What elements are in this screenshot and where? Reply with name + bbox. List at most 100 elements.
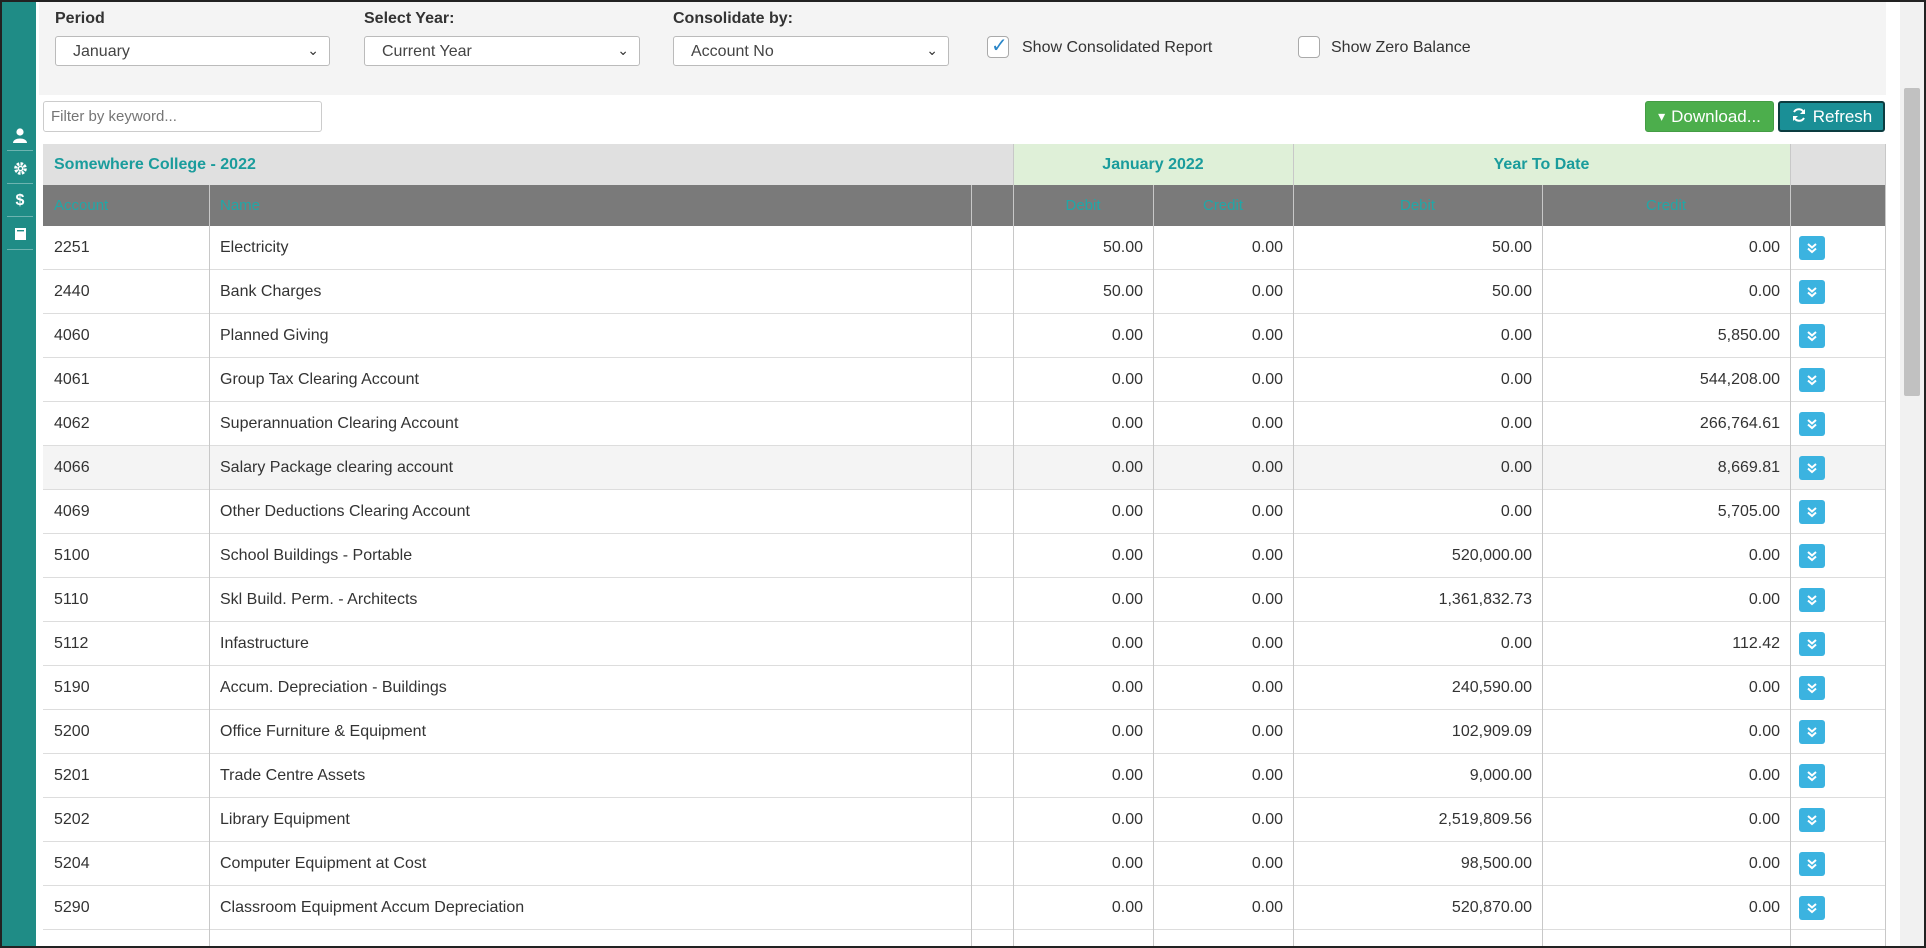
chevron-down-icon: ⌄ bbox=[307, 42, 319, 58]
credit-cell: 0.00 bbox=[1251, 326, 1283, 344]
book-icon[interactable] bbox=[7, 219, 33, 250]
account-cell: 2251 bbox=[54, 238, 90, 256]
col-header-ytd-credit[interactable]: Credit bbox=[1542, 185, 1790, 226]
keyword-filter-input[interactable] bbox=[43, 101, 322, 132]
ytd-credit-cell: 544,208.00 bbox=[1699, 370, 1780, 388]
double-chevron-down-icon[interactable] bbox=[1799, 896, 1825, 920]
name-cell: Library Equipment bbox=[220, 810, 350, 828]
ytd-credit-cell: 8,669.81 bbox=[1717, 458, 1780, 476]
double-chevron-down-icon[interactable] bbox=[1799, 500, 1825, 524]
year-select[interactable]: Current Year ⌄ bbox=[364, 36, 640, 66]
dollar-icon[interactable]: $ bbox=[7, 186, 33, 217]
table-row: 2251 Electricity 50.00 0.00 50.00 0.00 bbox=[43, 226, 1886, 270]
ytd-debit-cell: 9,000.00 bbox=[1469, 766, 1532, 784]
double-chevron-down-icon[interactable] bbox=[1799, 720, 1825, 744]
name-cell: Other Deductions Clearing Account bbox=[220, 502, 470, 520]
double-chevron-down-icon[interactable] bbox=[1799, 412, 1825, 436]
ytd-debit-cell: 0.00 bbox=[1500, 326, 1532, 344]
ytd-credit-cell: 0.00 bbox=[1748, 898, 1780, 916]
refresh-label: Refresh bbox=[1812, 106, 1873, 126]
debit-cell: 0.00 bbox=[1111, 590, 1143, 608]
app-window: $ Period January ⌄ Select Year: Current … bbox=[0, 0, 1926, 948]
period-label: Period bbox=[55, 10, 105, 27]
consolidate-value: Account No bbox=[691, 43, 774, 60]
double-chevron-down-icon[interactable] bbox=[1799, 324, 1825, 348]
year-label: Select Year: bbox=[364, 10, 455, 27]
debit-cell: 0.00 bbox=[1111, 370, 1143, 388]
ytd-credit-cell: 0.00 bbox=[1748, 810, 1780, 828]
debit-cell: 0.00 bbox=[1111, 502, 1143, 520]
name-cell: Superannuation Clearing Account bbox=[220, 414, 459, 432]
table-row: 4061 Group Tax Clearing Account 0.00 0.00 0.… bbox=[43, 358, 1886, 402]
name-cell: Group Tax Clearing Account bbox=[220, 370, 419, 388]
account-cell: 5204 bbox=[54, 854, 90, 872]
ytd-credit-cell: 0.00 bbox=[1748, 722, 1780, 740]
scrollbar-thumb[interactable] bbox=[1904, 88, 1920, 396]
year-value: Current Year bbox=[382, 43, 472, 60]
download-button[interactable]: ▾ Download... bbox=[1645, 101, 1774, 132]
credit-cell: 0.00 bbox=[1251, 414, 1283, 432]
gear-icon[interactable] bbox=[7, 153, 33, 184]
col-header-debit[interactable]: Debit bbox=[1013, 185, 1153, 226]
download-label: Download... bbox=[1671, 106, 1761, 126]
double-chevron-down-icon[interactable] bbox=[1799, 676, 1825, 700]
ytd-credit-cell: 266,764.61 bbox=[1699, 414, 1780, 432]
debit-cell: 0.00 bbox=[1111, 326, 1143, 344]
double-chevron-down-icon[interactable] bbox=[1799, 456, 1825, 480]
table-row: 5112 Infastructure 0.00 0.00 0.00 112.42 bbox=[43, 622, 1886, 666]
double-chevron-down-icon[interactable] bbox=[1799, 764, 1825, 788]
table-row: 5204 Computer Equipment at Cost 0.00 0.00 98… bbox=[43, 842, 1886, 886]
double-chevron-down-icon[interactable] bbox=[1799, 368, 1825, 392]
ytd-credit-cell: 5,850.00 bbox=[1717, 326, 1780, 344]
double-chevron-down-icon[interactable] bbox=[1799, 280, 1825, 304]
account-cell: 4062 bbox=[54, 414, 90, 432]
ytd-debit-cell: 102,909.09 bbox=[1451, 722, 1532, 740]
account-cell: 2440 bbox=[54, 282, 90, 300]
ytd-debit-cell: 2,519,809.56 bbox=[1438, 810, 1532, 828]
col-header-account[interactable]: Account bbox=[54, 185, 108, 226]
account-cell: 4060 bbox=[54, 326, 90, 344]
ytd-credit-cell: 0.00 bbox=[1748, 590, 1780, 608]
double-chevron-down-icon[interactable] bbox=[1799, 588, 1825, 612]
table-row: 5200 Office Furniture & Equipment 0.00 0.00… bbox=[43, 710, 1886, 754]
account-cell: 5202 bbox=[54, 810, 90, 828]
sidebar: $ bbox=[2, 2, 36, 946]
vertical-scrollbar[interactable] bbox=[1900, 2, 1924, 946]
ytd-debit-cell: 0.00 bbox=[1500, 634, 1532, 652]
name-cell: Bank Charges bbox=[220, 282, 322, 300]
show-consolidated-checkbox[interactable] bbox=[987, 33, 1009, 58]
period-select[interactable]: January ⌄ bbox=[55, 36, 330, 66]
debit-cell: 0.00 bbox=[1111, 854, 1143, 872]
refresh-button[interactable]: Refresh bbox=[1778, 101, 1885, 132]
ytd-debit-cell: 0.00 bbox=[1500, 502, 1532, 520]
user-icon[interactable] bbox=[7, 120, 33, 151]
double-chevron-down-icon[interactable] bbox=[1799, 236, 1825, 260]
double-chevron-down-icon[interactable] bbox=[1799, 544, 1825, 568]
col-header-credit[interactable]: Credit bbox=[1153, 185, 1293, 226]
table-row: 4060 Planned Giving 0.00 0.00 0.00 5,850.00 bbox=[43, 314, 1886, 358]
chevron-down-icon: ⌄ bbox=[617, 42, 629, 58]
ytd-credit-cell: 0.00 bbox=[1748, 766, 1780, 784]
period-value: January bbox=[73, 43, 130, 60]
double-chevron-down-icon[interactable] bbox=[1799, 852, 1825, 876]
col-header-ytd-debit[interactable]: Debit bbox=[1293, 185, 1542, 226]
double-chevron-down-icon[interactable] bbox=[1799, 632, 1825, 656]
credit-cell: 0.00 bbox=[1251, 634, 1283, 652]
credit-cell: 0.00 bbox=[1251, 502, 1283, 520]
ytd-credit-cell: 0.00 bbox=[1748, 238, 1780, 256]
credit-cell: 0.00 bbox=[1251, 590, 1283, 608]
credit-cell: 0.00 bbox=[1251, 854, 1283, 872]
ytd-debit-cell: 240,590.00 bbox=[1451, 678, 1532, 696]
account-cell: 5290 bbox=[54, 898, 90, 916]
table-row: 5100 School Buildings - Portable 0.00 0.00 5… bbox=[43, 534, 1886, 578]
show-zero-balance-checkbox[interactable] bbox=[1298, 36, 1320, 58]
ytd-debit-cell: 0.00 bbox=[1500, 458, 1532, 476]
debit-cell: 0.00 bbox=[1111, 722, 1143, 740]
col-header-name[interactable]: Name bbox=[220, 185, 260, 226]
consolidate-select[interactable]: Account No ⌄ bbox=[673, 36, 949, 66]
account-cell: 5190 bbox=[54, 678, 90, 696]
name-cell: Office Furniture & Equipment bbox=[220, 722, 427, 740]
double-chevron-down-icon[interactable] bbox=[1799, 808, 1825, 832]
ytd-credit-cell: 112.42 bbox=[1732, 634, 1780, 652]
credit-cell: 0.00 bbox=[1251, 546, 1283, 564]
